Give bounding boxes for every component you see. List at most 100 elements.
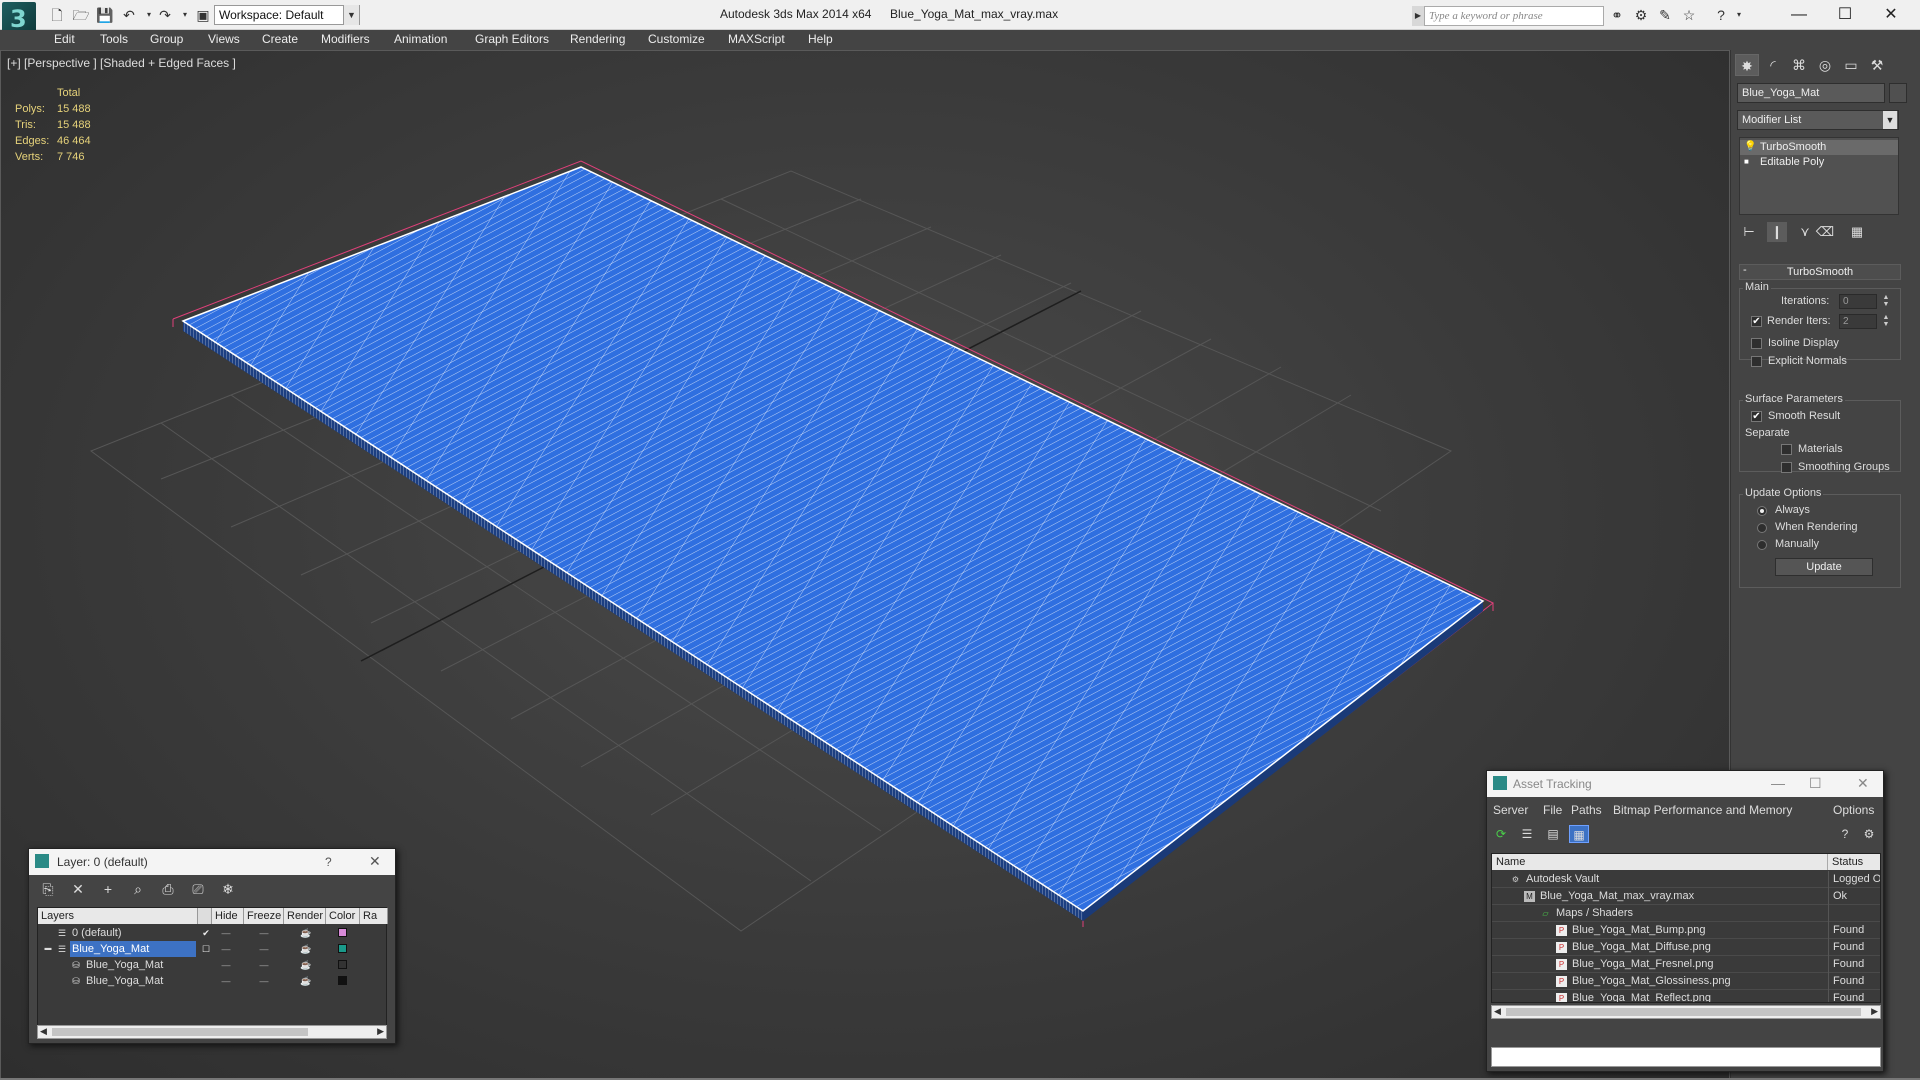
isoline-display-checkbox[interactable]: [1751, 338, 1762, 349]
menu-animation[interactable]: Animation: [394, 32, 447, 46]
render-teapot-icon[interactable]: ☕: [300, 959, 312, 971]
asset-row-texture[interactable]: P Blue_Yoga_Mat_Bump.png Found: [1492, 922, 1880, 939]
rollout-turbosmooth[interactable]: TurboSmooth: [1739, 264, 1901, 280]
remove-modifier-icon[interactable]: ⌫: [1815, 222, 1835, 242]
asset-menu-server[interactable]: Server: [1493, 803, 1528, 817]
iterations-spinner[interactable]: 0: [1839, 294, 1877, 309]
menu-customize[interactable]: Customize: [648, 32, 705, 46]
menu-tools[interactable]: Tools: [100, 32, 128, 46]
asset-row-maps[interactable]: ▱ Maps / Shaders: [1492, 905, 1880, 922]
hide-toggle[interactable]: —: [220, 943, 232, 955]
asset-maximize-button[interactable]: ☐: [1809, 775, 1822, 792]
undo-icon[interactable]: ↶: [120, 6, 138, 24]
asset-menu-paths[interactable]: Paths: [1571, 803, 1602, 817]
layer-help-button[interactable]: ?: [325, 855, 332, 869]
scroll-right-icon[interactable]: ▶: [377, 1026, 384, 1037]
hide-toggle[interactable]: —: [220, 927, 232, 939]
stack-item-editable-poly[interactable]: ■ Editable Poly: [1740, 155, 1898, 170]
materials-checkbox[interactable]: [1781, 444, 1792, 455]
scroll-left-icon[interactable]: ◀: [1494, 1006, 1501, 1017]
layer-window-titlebar[interactable]: Layer: 0 (default) ? ✕: [29, 849, 395, 875]
help-icon[interactable]: ?: [1712, 6, 1730, 24]
scrollbar-thumb[interactable]: [52, 1028, 308, 1036]
asset-menu-bitmap-performance[interactable]: Bitmap Performance and Memory: [1613, 803, 1792, 817]
object-color-swatch[interactable]: [338, 976, 347, 985]
col-name[interactable]: Name: [1492, 854, 1828, 870]
workspace-select[interactable]: Workspace: Default: [214, 5, 360, 25]
modify-tab-icon[interactable]: ◜: [1761, 54, 1785, 76]
binoculars-icon[interactable]: ⚭: [1608, 6, 1626, 24]
smooth-result-checkbox[interactable]: ✔: [1751, 411, 1762, 422]
menu-maxscript[interactable]: MAXScript: [728, 32, 785, 46]
asset-menu-file[interactable]: File: [1543, 803, 1562, 817]
menu-graph-editors[interactable]: Graph Editors: [475, 32, 549, 46]
expand-plus-icon[interactable]: ■: [1744, 157, 1754, 167]
display-tab-icon[interactable]: ▭: [1839, 54, 1863, 76]
workspace-dropdown-icon[interactable]: ▼: [343, 5, 359, 25]
scrollbar-thumb[interactable]: [1506, 1008, 1861, 1016]
col-render[interactable]: Render: [284, 908, 326, 924]
make-unique-icon[interactable]: ⋎: [1795, 222, 1815, 242]
menu-modifiers[interactable]: Modifiers: [321, 32, 370, 46]
utilities-tab-icon[interactable]: ⚒: [1865, 54, 1889, 76]
chevron-down-icon[interactable]: ▼: [1883, 111, 1897, 129]
collapse-icon[interactable]: ▬: [42, 943, 54, 955]
hierarchy-tab-icon[interactable]: ⌘: [1787, 54, 1811, 76]
object-row-blue-yoga-mat[interactable]: ⛁ Blue_Yoga_Mat — — ☕: [38, 957, 386, 973]
table-view-icon[interactable]: ▤: [1543, 825, 1563, 843]
freeze-toggle[interactable]: —: [258, 943, 270, 955]
viewport-label[interactable]: [+] [Perspective ] [Shaded + Edged Faces…: [7, 56, 236, 70]
asset-row-max-file[interactable]: M Blue_Yoga_Mat_max_vray.max Ok: [1492, 888, 1880, 905]
asset-row-texture[interactable]: P Blue_Yoga_Mat_Glossiness.png Found: [1492, 973, 1880, 990]
scroll-right-icon[interactable]: ▶: [1871, 1006, 1878, 1017]
minimize-button[interactable]: —: [1776, 2, 1822, 28]
freeze-toggle[interactable]: —: [258, 975, 270, 987]
layer-color-swatch[interactable]: [338, 928, 347, 937]
render-iters-checkbox[interactable]: ✔: [1751, 316, 1762, 327]
motion-tab-icon[interactable]: ◎: [1813, 54, 1837, 76]
col-radiosity[interactable]: Ra: [360, 908, 388, 924]
modifier-list-dropdown[interactable]: Modifier List: [1737, 110, 1899, 130]
manually-radio[interactable]: [1757, 540, 1767, 550]
pin-stack-icon[interactable]: ⊢: [1739, 222, 1759, 242]
help-dropdown-icon[interactable]: ▾: [1730, 6, 1748, 24]
highlight-layer-icon[interactable]: ⎙: [157, 879, 179, 899]
grid-view-icon[interactable]: ▦: [1569, 825, 1589, 843]
menu-views[interactable]: Views: [208, 32, 240, 46]
render-teapot-icon[interactable]: ☕: [300, 975, 312, 987]
col-layers[interactable]: Layers: [38, 908, 198, 924]
menu-rendering[interactable]: Rendering: [570, 32, 625, 46]
render-iters-spinner[interactable]: 2: [1839, 314, 1877, 329]
menu-create[interactable]: Create: [262, 32, 298, 46]
lightbulb-icon[interactable]: 💡: [1744, 142, 1756, 152]
layer-row-default[interactable]: ☰ 0 (default) ✔ — — ☕: [38, 925, 386, 941]
spinner-arrows-icon[interactable]: ▲ ▼: [1881, 294, 1891, 309]
show-end-result-icon[interactable]: ❙: [1767, 222, 1787, 242]
list-view-icon[interactable]: ☰: [1517, 825, 1537, 843]
asset-row-texture[interactable]: P Blue_Yoga_Mat_Fresnel.png Found: [1492, 956, 1880, 973]
asset-horizontal-scrollbar[interactable]: ◀ ▶: [1491, 1005, 1881, 1019]
open-file-icon[interactable]: 🗁: [72, 6, 90, 24]
collapse-icon[interactable]: -: [1743, 264, 1747, 276]
freeze-toggle[interactable]: —: [258, 927, 270, 939]
asset-minimize-button[interactable]: —: [1771, 775, 1785, 791]
active-box-icon[interactable]: ☐: [200, 943, 212, 955]
stack-item-turbosmooth[interactable]: 💡 TurboSmooth: [1740, 140, 1898, 155]
col-freeze[interactable]: Freeze: [244, 908, 284, 924]
when-rendering-radio[interactable]: [1757, 523, 1767, 533]
asset-window-titlebar[interactable]: Asset Tracking — ☐ ✕: [1487, 771, 1883, 797]
render-teapot-icon[interactable]: ☕: [300, 943, 312, 955]
render-teapot-icon[interactable]: ☕: [300, 927, 312, 939]
scroll-left-icon[interactable]: ◀: [40, 1026, 47, 1037]
add-to-layer-icon[interactable]: +: [97, 879, 119, 899]
refresh-icon[interactable]: ⟳: [1491, 825, 1511, 843]
project-folder-icon[interactable]: ▣: [194, 6, 212, 24]
hide-all-layers-icon[interactable]: ⎚: [187, 879, 209, 899]
spinner-arrows-icon[interactable]: ▲ ▼: [1881, 314, 1891, 329]
col-status[interactable]: Status: [1828, 854, 1880, 870]
object-color-swatch[interactable]: [338, 960, 347, 969]
active-check-icon[interactable]: ✔: [200, 927, 212, 939]
select-objects-icon[interactable]: ⌕: [127, 879, 149, 899]
menu-help[interactable]: Help: [808, 32, 833, 46]
asset-row-texture[interactable]: P Blue_Yoga_Mat_Reflect.png Found: [1492, 990, 1880, 1002]
